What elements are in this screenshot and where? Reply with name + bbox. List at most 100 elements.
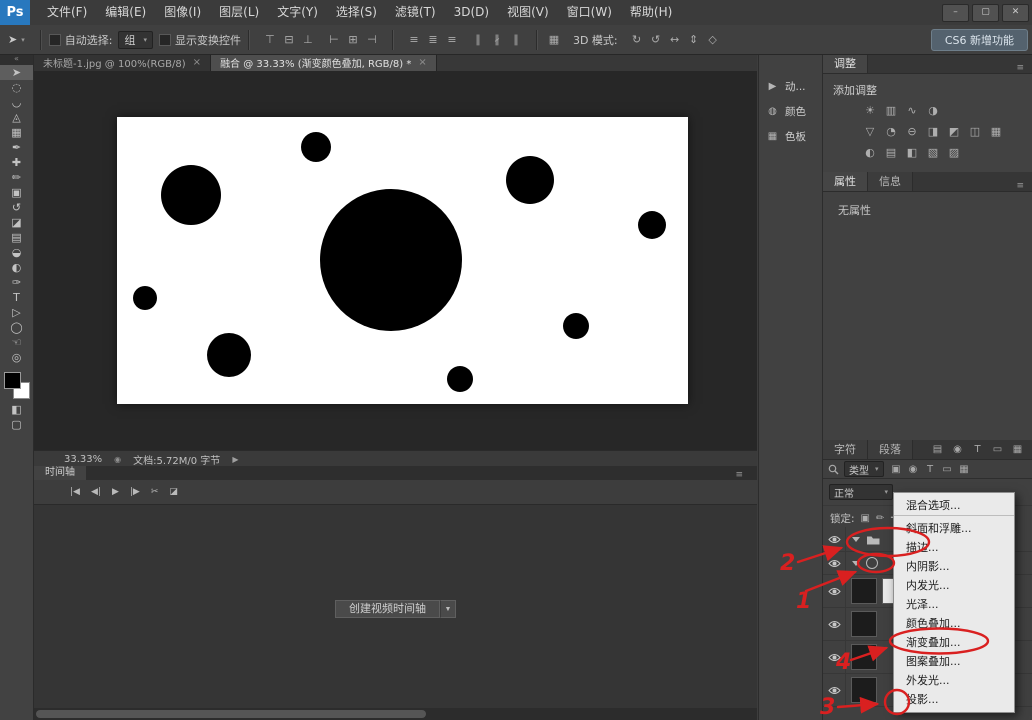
visibility-toggle[interactable] — [823, 674, 846, 706]
distribute-right-edges-icon[interactable]: ∥ — [507, 31, 525, 49]
distribute-horizontal-centers-icon[interactable]: ∦ — [488, 31, 506, 49]
3d-drag-icon[interactable]: ↔ — [666, 31, 684, 49]
lasso-tool[interactable]: ◡ — [0, 95, 33, 110]
align-left-edges-icon[interactable]: ⊢ — [325, 31, 343, 49]
hand-tool[interactable]: ☜ — [0, 335, 33, 350]
clone-stamp-tool[interactable]: ▣ — [0, 185, 33, 200]
menu-item-satin[interactable]: 光泽... — [894, 595, 1014, 614]
menu-item-pattern-overlay[interactable]: 图案叠加... — [894, 652, 1014, 671]
disclosure-triangle-icon[interactable] — [852, 560, 860, 566]
shape-tool[interactable]: ◯ — [0, 320, 33, 335]
blend-mode-dropdown[interactable]: 正常 ▾ — [829, 484, 893, 500]
foreground-color-swatch[interactable] — [3, 372, 21, 389]
pen-tool[interactable]: ✑ — [0, 275, 33, 290]
filter-pixel-layers-icon[interactable]: ▣ — [889, 464, 904, 475]
menu-item-color-overlay[interactable]: 颜色叠加... — [894, 614, 1014, 633]
filter-adjustment-layers-icon[interactable]: ◉ — [906, 464, 921, 475]
transition-button[interactable]: ◪ — [169, 487, 178, 497]
tab-timeline[interactable]: 时间轴 — [34, 466, 86, 480]
swatches-panel-button[interactable]: ▦ 色板 — [759, 124, 822, 149]
filter-type-dropdown[interactable]: 类型 ▾ — [844, 461, 884, 477]
tool-preset-button[interactable]: ➤ ▾ — [0, 33, 33, 46]
layer-thumbnail[interactable] — [851, 611, 877, 637]
zoom-tool[interactable]: ◎ — [0, 350, 33, 365]
history-brush-tool[interactable]: ↺ — [0, 200, 33, 215]
menu-filter[interactable]: 滤镜(T) — [386, 0, 445, 25]
visibility-toggle[interactable] — [823, 552, 846, 574]
close-icon[interactable]: × — [418, 57, 426, 68]
menu-item-outer-glow[interactable]: 外发光... — [894, 671, 1014, 690]
gradient-map-icon[interactable]: ▧ — [924, 145, 942, 161]
quick-selection-tool[interactable]: ◬ — [0, 110, 33, 125]
black-white-icon[interactable]: ◨ — [924, 124, 942, 140]
align-bottom-edges-icon[interactable]: ⊥ — [299, 31, 317, 49]
actions-panel-button[interactable]: ▶ 动... — [759, 74, 822, 99]
previous-frame-button[interactable]: ◀| — [91, 487, 101, 497]
eraser-tool[interactable]: ◪ — [0, 215, 33, 230]
tab-properties[interactable]: 属性 — [823, 172, 868, 191]
distribute-left-edges-icon[interactable]: ∥ — [469, 31, 487, 49]
maximize-button[interactable]: ▢ — [972, 3, 999, 22]
minimize-button[interactable]: – — [942, 3, 969, 22]
menu-file[interactable]: 文件(F) — [38, 0, 96, 25]
tab-character[interactable]: 字符 — [823, 440, 868, 459]
panel-tab-icon-type[interactable]: T — [970, 444, 985, 455]
selective-color-icon[interactable]: ▨ — [945, 145, 963, 161]
healing-brush-tool[interactable]: ✚ — [0, 155, 33, 170]
split-clip-button[interactable]: ✂ — [151, 487, 159, 497]
menu-item-inner-shadow[interactable]: 内阴影... — [894, 557, 1014, 576]
visibility-toggle[interactable] — [823, 527, 846, 551]
levels-icon[interactable]: ▥ — [882, 103, 900, 119]
align-top-edges-icon[interactable]: ⊤ — [261, 31, 279, 49]
canvas[interactable] — [34, 71, 757, 450]
align-vertical-centers-icon[interactable]: ⊟ — [280, 31, 298, 49]
cs6-new-features-badge[interactable]: CS6 新增功能 — [930, 28, 1028, 51]
quick-mask-button[interactable]: ◧ — [0, 402, 33, 417]
auto-align-layers-icon[interactable]: ▦ — [545, 31, 563, 49]
curves-icon[interactable]: ∿ — [903, 103, 921, 119]
menu-help[interactable]: 帮助(H) — [621, 0, 681, 25]
gradient-tool[interactable]: ▤ — [0, 230, 33, 245]
menu-window[interactable]: 窗口(W) — [558, 0, 621, 25]
filter-shape-layers-icon[interactable]: ▭ — [940, 464, 955, 475]
layer-thumbnail[interactable] — [851, 578, 877, 604]
menu-select[interactable]: 选择(S) — [327, 0, 386, 25]
play-button[interactable]: ▶ — [112, 487, 119, 497]
document-tab-ronghe[interactable]: 融合 @ 33.33% (渐变颜色叠加, RGB/8) * × — [211, 54, 437, 71]
status-menu-arrow-icon[interactable]: ▶ — [232, 455, 238, 464]
layer-thumbnail[interactable] — [851, 644, 877, 670]
next-frame-button[interactable]: |▶ — [130, 487, 140, 497]
artboard[interactable] — [117, 117, 688, 404]
menu-type[interactable]: 文字(Y) — [268, 0, 327, 25]
type-tool[interactable]: T — [0, 290, 33, 305]
menu-image[interactable]: 图像(I) — [155, 0, 210, 25]
path-selection-tool[interactable]: ▷ — [0, 305, 33, 320]
first-frame-button[interactable]: |◀ — [70, 487, 80, 497]
panel-menu-icon[interactable]: ≡ — [1016, 181, 1024, 191]
menu-item-stroke[interactable]: 描边... — [894, 538, 1014, 557]
panel-tab-icon-adjust[interactable]: ◉ — [950, 444, 965, 455]
crop-tool[interactable]: ▦ — [0, 125, 33, 140]
dodge-tool[interactable]: ◐ — [0, 260, 33, 275]
close-button[interactable]: ✕ — [1002, 3, 1029, 22]
zoom-level[interactable]: 33.33% — [64, 454, 102, 465]
create-video-timeline-caret[interactable]: ▼ — [440, 600, 456, 618]
distribute-vertical-centers-icon[interactable]: ≣ — [424, 31, 442, 49]
color-balance-icon[interactable]: ⊖ — [903, 124, 921, 140]
menu-item-inner-glow[interactable]: 内发光... — [894, 576, 1014, 595]
panel-tab-icon-grid[interactable]: ▦ — [1010, 444, 1025, 455]
color-lookup-icon[interactable]: ▦ — [987, 124, 1005, 140]
channel-mixer-icon[interactable]: ◫ — [966, 124, 984, 140]
lock-transparent-pixels-icon[interactable]: ▣ — [861, 513, 870, 524]
menu-view[interactable]: 视图(V) — [498, 0, 558, 25]
3d-slide-icon[interactable]: ⇕ — [685, 31, 703, 49]
auto-select-dropdown[interactable]: 组 ▾ — [118, 30, 153, 49]
exposure-icon[interactable]: ◑ — [924, 103, 942, 119]
color-panel-button[interactable]: ◍ 颜色 — [759, 99, 822, 124]
show-transform-checkbox[interactable] — [158, 33, 171, 46]
panel-tab-icon-shape[interactable]: ▭ — [990, 444, 1005, 455]
menu-layer[interactable]: 图层(L) — [210, 0, 268, 25]
screen-mode-button[interactable]: ▢ — [0, 417, 33, 432]
visibility-toggle[interactable] — [823, 575, 846, 607]
filter-smart-objects-icon[interactable]: ▦ — [957, 464, 972, 475]
